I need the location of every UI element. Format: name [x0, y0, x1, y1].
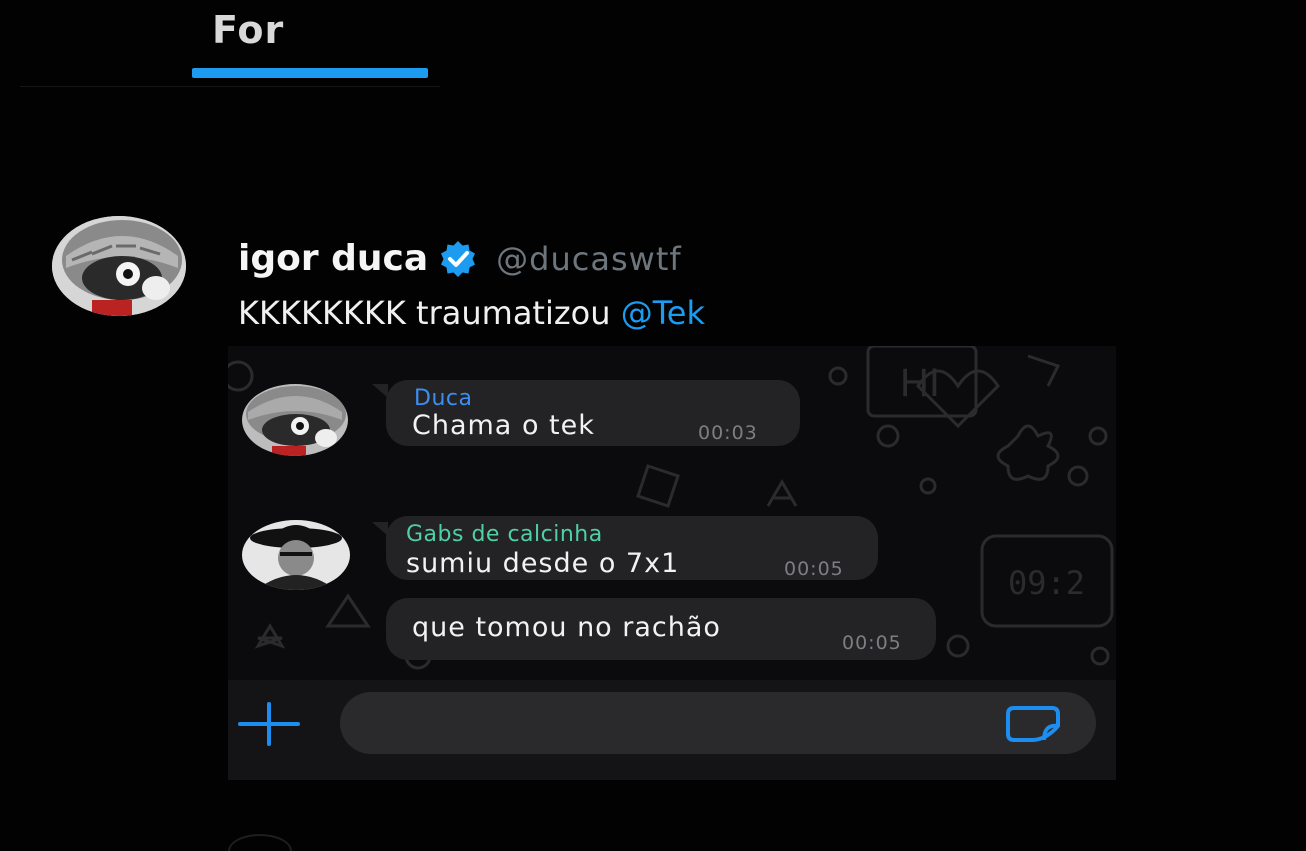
- display-name[interactable]: igor duca: [238, 238, 428, 279]
- message-bubble[interactable]: Duca Chama o tek 00:03: [386, 380, 800, 446]
- message-bubble[interactable]: que tomou no rachão 00:05: [386, 598, 936, 660]
- message-time: 00:05: [842, 632, 902, 654]
- sender-name: Duca: [414, 386, 473, 411]
- tweet-text: KKKKKKKK traumatizou @Tek: [238, 294, 705, 332]
- avatar-image: [52, 216, 186, 316]
- message-text: Chama o tek: [412, 410, 595, 441]
- message-time: 00:05: [784, 558, 844, 580]
- message-time: 00:03: [698, 422, 758, 444]
- message-composer: [228, 680, 1116, 780]
- attached-chat-screenshot[interactable]: HI 09:2 Duca Chama o tek 00:03 Gabs de c…: [228, 346, 1116, 780]
- message-bubble[interactable]: Gabs de calcinha sumiu desde o 7x1 00:05: [386, 516, 878, 580]
- svg-text:09:2: 09:2: [1008, 564, 1085, 602]
- tab-for-you[interactable]: For: [212, 8, 284, 52]
- next-post-avatar-edge: [228, 834, 292, 851]
- tweet-header: igor duca @ducaswtf: [238, 238, 682, 279]
- svg-text:HI: HI: [900, 361, 940, 405]
- sender-avatar[interactable]: [242, 384, 348, 456]
- avatar[interactable]: [52, 216, 186, 316]
- screen: For igor duca @ducaswtf KKKKKKKK traumat…: [0, 0, 1306, 851]
- plus-icon[interactable]: [238, 700, 300, 748]
- avatar-image: [242, 384, 348, 456]
- sender-avatar[interactable]: [242, 520, 350, 590]
- tweet-body: KKKKKKKK traumatizou: [238, 294, 621, 332]
- tab-divider: [20, 86, 440, 87]
- sender-name: Gabs de calcinha: [406, 522, 603, 547]
- user-handle[interactable]: @ducaswtf: [496, 240, 681, 278]
- verified-badge-icon: [441, 240, 476, 277]
- avatar-image: [242, 520, 350, 590]
- sticker-icon[interactable]: [1004, 704, 1062, 744]
- bubble-tail: [372, 384, 388, 398]
- mention-link[interactable]: @Tek: [621, 294, 705, 332]
- message-text: que tomou no rachão: [412, 612, 721, 643]
- message-text: sumiu desde o 7x1: [406, 548, 680, 579]
- message-input[interactable]: [340, 692, 1096, 754]
- active-tab-indicator: [192, 68, 428, 78]
